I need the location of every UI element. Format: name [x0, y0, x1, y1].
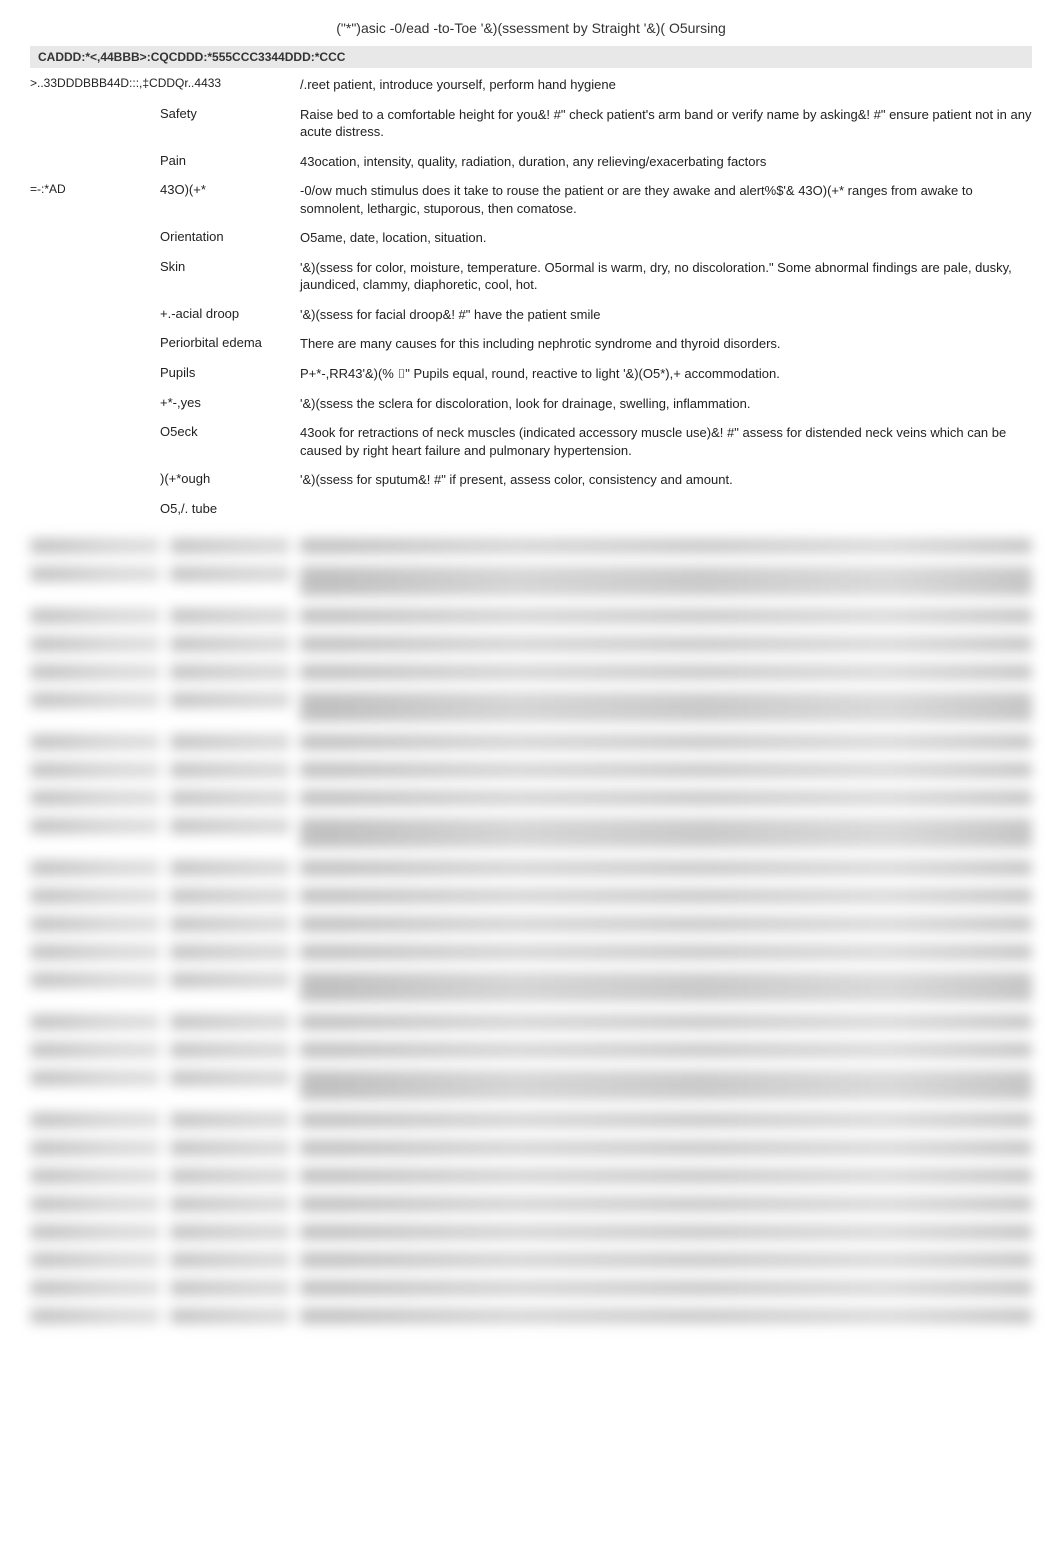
row-greet: >..33DDDBBB44D:::,‡CDDQr..4433 /.reet pa… [30, 70, 1032, 100]
page-title: ("*")asic -0/ead -to-Toe '&)(ssessment b… [30, 20, 1032, 36]
desc-eyes: '&)(ssess the sclera for discoloration, … [300, 395, 1032, 413]
label-pain: Pain [160, 153, 300, 168]
label-skin: Skin [160, 259, 300, 274]
desc-periorbital-edema: There are many causes for this including… [300, 335, 1032, 353]
desc-facial-droop: '&)(ssess for facial droop&! #" have the… [300, 306, 1032, 324]
row-facial-droop: +.-acial droop '&)(ssess for facial droo… [30, 300, 1032, 330]
row-neck: O5eck 43ook for retractions of neck musc… [30, 418, 1032, 465]
label-periorbital-edema: Periorbital edema [160, 335, 300, 350]
label-cough: )(+*ough [160, 471, 300, 486]
label-neck: O5eck [160, 424, 300, 439]
desc-neck: 43ook for retractions of neck muscles (i… [300, 424, 1032, 459]
desc-cough: '&)(ssess for sputum&! #" if present, as… [300, 471, 1032, 489]
row-pain: Pain 43ocation, intensity, quality, radi… [30, 147, 1032, 177]
header-bar: CADDD:*<,44BBB>:CQCDDD:*555CCC3344DDD:*C… [30, 46, 1032, 68]
row-loc: =-:*AD 43O)(+* -0/ow much stimulus does … [30, 176, 1032, 223]
row-cough: )(+*ough '&)(ssess for sputum&! #" if pr… [30, 465, 1032, 495]
side-label: =-:*AD [30, 182, 160, 196]
desc-pain: 43ocation, intensity, quality, radiation… [300, 153, 1032, 171]
desc-safety: Raise bed to a comfortable height for yo… [300, 106, 1032, 141]
label-facial-droop: +.-acial droop [160, 306, 300, 321]
label-loc: 43O)(+* [160, 182, 300, 197]
row-eyes: +*-,yes '&)(ssess the sclera for discolo… [30, 389, 1032, 419]
desc-greet: /.reet patient, introduce yourself, perf… [300, 76, 1032, 94]
left-group-label: >..33DDDBBB44D:::,‡CDDQr..4433 [30, 76, 160, 90]
label-safety: Safety [160, 106, 300, 121]
desc-pupils: P+*-,RR43'&)(% ⌷" Pupils equal, round, r… [300, 365, 1032, 383]
row-safety: Safety Raise bed to a comfortable height… [30, 100, 1032, 147]
label-ng-tube: O5,/. tube [160, 501, 300, 516]
desc-orientation: O5ame, date, location, situation. [300, 229, 1032, 247]
desc-skin: '&)(ssess for color, moisture, temperatu… [300, 259, 1032, 294]
label-eyes: +*-,yes [160, 395, 300, 410]
row-ng-tube: O5,/. tube [30, 495, 1032, 522]
desc-loc: -0/ow much stimulus does it take to rous… [300, 182, 1032, 217]
row-orientation: Orientation O5ame, date, location, situa… [30, 223, 1032, 253]
row-periorbital-edema: Periorbital edema There are many causes … [30, 329, 1032, 359]
obscured-content [30, 532, 1032, 1330]
label-pupils: Pupils [160, 365, 300, 380]
row-skin: Skin '&)(ssess for color, moisture, temp… [30, 253, 1032, 300]
label-orientation: Orientation [160, 229, 300, 244]
row-pupils: Pupils P+*-,RR43'&)(% ⌷" Pupils equal, r… [30, 359, 1032, 389]
